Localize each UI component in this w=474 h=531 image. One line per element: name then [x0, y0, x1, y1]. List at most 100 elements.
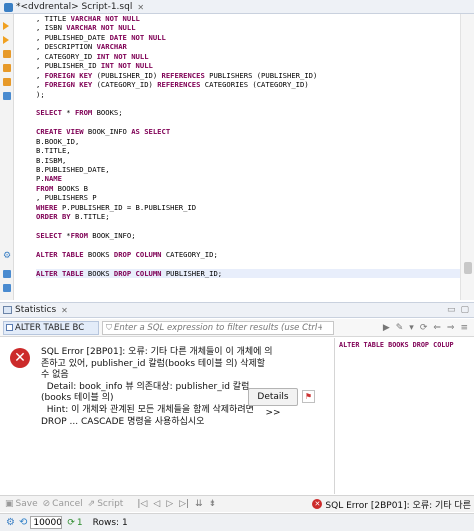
first-page-icon[interactable]: |◁: [137, 499, 147, 509]
code-line[interactable]: FROM BOOKS B: [36, 184, 460, 193]
code-area[interactable]: , TITLE VARCHAR NOT NULL, ISBN VARCHAR N…: [14, 14, 460, 279]
code-token: , ISBN: [36, 23, 67, 33]
code-token: ORDER BY: [36, 212, 71, 222]
code-line[interactable]: WHERE P.PUBLISHER_ID = B.PUBLISHER_ID: [36, 203, 460, 212]
code-token: , TITLE: [36, 14, 71, 23]
code-token: BOOKS B: [53, 183, 88, 193]
code-token: WHERE: [36, 202, 58, 212]
maximize-icon[interactable]: ▢: [460, 305, 469, 315]
code-token: P.: [36, 174, 45, 184]
navigate-back-icon[interactable]: ⇐: [433, 323, 441, 333]
subtab-query-result[interactable]: ALTER TABLE BC: [3, 320, 99, 335]
sync-icon[interactable]: ⟲: [19, 517, 27, 528]
menu-icon[interactable]: ≡: [460, 323, 468, 333]
code-line[interactable]: [36, 99, 460, 108]
code-line[interactable]: B.BOOK_ID,: [36, 137, 460, 146]
code-line[interactable]: P.NAME: [36, 174, 460, 183]
code-line[interactable]: );: [36, 90, 460, 99]
code-line[interactable]: B.PUBLISHED_DATE,: [36, 165, 460, 174]
new-script-icon[interactable]: [3, 270, 11, 278]
code-line[interactable]: ALTER TABLE BOOKS DROP COLUMN CATEGORY_I…: [36, 250, 460, 259]
sql-editor[interactable]: , TITLE VARCHAR NOT NULL, ISBN VARCHAR N…: [14, 14, 460, 300]
script-button[interactable]: ⇗ Script: [88, 499, 124, 509]
fetch-count[interactable]: ⟳ 1: [67, 518, 82, 528]
close-icon[interactable]: ✕: [61, 306, 68, 315]
code-line[interactable]: , ISBN VARCHAR NOT NULL: [36, 23, 460, 32]
code-line[interactable]: , PUBLISHERS P: [36, 193, 460, 202]
error-log-icon[interactable]: ⚑: [302, 390, 315, 403]
code-token: , DESCRIPTION: [36, 42, 97, 52]
code-line[interactable]: B.TITLE,: [36, 146, 460, 155]
code-line[interactable]: ORDER BY B.TITLE;: [36, 212, 460, 221]
minimize-icon[interactable]: ▭: [447, 305, 456, 315]
code-token: INT NOT NULL: [96, 51, 149, 61]
erase-filter-icon[interactable]: ✎: [396, 323, 404, 333]
prev-page-icon[interactable]: ◁: [153, 499, 160, 509]
code-token: DROP COLUMN: [113, 268, 162, 278]
editor-scrollbar[interactable]: [460, 14, 474, 300]
error-status-text: SQL Error [2BP01]: 오류: 기타 다른: [325, 500, 471, 511]
filter-input[interactable]: [114, 322, 322, 333]
code-line[interactable]: [36, 118, 460, 127]
code-line[interactable]: [36, 222, 460, 231]
code-line[interactable]: CREATE VIEW BOOK_INFO AS SELECT: [36, 127, 460, 136]
filter-icon: ⛉: [106, 322, 112, 332]
gear-icon[interactable]: ⚙: [6, 517, 15, 528]
code-token: , PUBLISHER_ID: [36, 61, 101, 71]
code-token: INT NOT NULL: [100, 61, 153, 71]
execute-script-icon[interactable]: [3, 36, 9, 44]
code-token: FROM: [74, 108, 93, 118]
failed-query-pane: ALTER TABLE BOOKS DROP COLUP: [335, 338, 474, 494]
code-line[interactable]: , TITLE VARCHAR NOT NULL: [36, 14, 460, 23]
scrollbar-thumb[interactable]: [464, 262, 472, 274]
error-status[interactable]: ✕ SQL Error [2BP01]: 오류: 기타 다른: [312, 498, 474, 511]
fetch-size-input[interactable]: [30, 516, 63, 529]
fetch-all-icon[interactable]: ⇟: [209, 499, 217, 509]
editor-tab-script[interactable]: *<dvdrental> Script-1.sql ✕: [4, 0, 144, 14]
code-line[interactable]: , FOREIGN KEY (PUBLISHER_ID) REFERENCES …: [36, 71, 460, 80]
database-icon: [4, 2, 13, 12]
filter-history-icon[interactable]: ▾: [409, 323, 414, 333]
code-token: , CATEGORY_ID: [36, 51, 97, 61]
execute-statement-icon[interactable]: [3, 22, 9, 30]
cancel-label: Cancel: [52, 499, 83, 509]
code-token: BOOKS;: [92, 108, 123, 118]
close-icon[interactable]: ✕: [137, 3, 144, 12]
code-line[interactable]: , PUBLISHER_ID INT NOT NULL: [36, 61, 460, 70]
code-line[interactable]: [36, 241, 460, 250]
rows-label: Rows: 1: [92, 517, 128, 528]
code-line[interactable]: , PUBLISHED_DATE DATE NOT NULL: [36, 33, 460, 42]
gear-icon[interactable]: ⚙: [3, 252, 11, 261]
code-line[interactable]: SELECT *FROM BOOK_INFO;: [36, 231, 460, 240]
tab-statistics[interactable]: Statistics ✕: [0, 305, 68, 315]
cancel-button[interactable]: ⊘ Cancel: [43, 499, 83, 509]
filter-box[interactable]: ⛉: [102, 320, 334, 335]
apply-filter-icon[interactable]: ▶: [383, 323, 390, 333]
last-page-icon[interactable]: ▷|: [179, 499, 189, 509]
code-line[interactable]: , FOREIGN KEY (CATEGORY_ID) REFERENCES C…: [36, 80, 460, 89]
layout-icon[interactable]: [3, 92, 11, 100]
code-token: B.PUBLISHED_DATE,: [36, 165, 110, 174]
export-icon[interactable]: [3, 78, 11, 86]
fetch-next-icon[interactable]: ⇊: [195, 499, 203, 509]
code-line[interactable]: SELECT * FROM BOOKS;: [36, 108, 460, 117]
code-token: VARCHAR: [96, 42, 127, 52]
navigate-forward-icon[interactable]: ⇒: [447, 323, 455, 333]
code-line[interactable]: , CATEGORY_ID INT NOT NULL: [36, 52, 460, 61]
load-plan-icon[interactable]: [3, 64, 11, 72]
script-label: Script: [97, 499, 124, 509]
code-line[interactable]: B.ISBM,: [36, 156, 460, 165]
code-line[interactable]: [36, 259, 460, 268]
script-icon: ⇗: [87, 499, 96, 509]
code-token: ALTER TABLE: [36, 249, 84, 259]
code-token: (PUBLISHER_ID): [92, 70, 162, 80]
save-button[interactable]: ▣ Save: [5, 499, 38, 509]
open-script-icon[interactable]: [3, 284, 11, 292]
code-token: FOREIGN KEY: [44, 70, 93, 80]
code-line[interactable]: , DESCRIPTION VARCHAR: [36, 42, 460, 51]
refresh-icon[interactable]: ⟳: [420, 323, 428, 333]
code-line[interactable]: ALTER TABLE BOOKS DROP COLUMN PUBLISHER_…: [36, 268, 460, 279]
details-button[interactable]: Details >>: [248, 388, 298, 418]
explain-plan-icon[interactable]: [3, 50, 11, 58]
next-page-icon[interactable]: ▷: [166, 499, 173, 509]
